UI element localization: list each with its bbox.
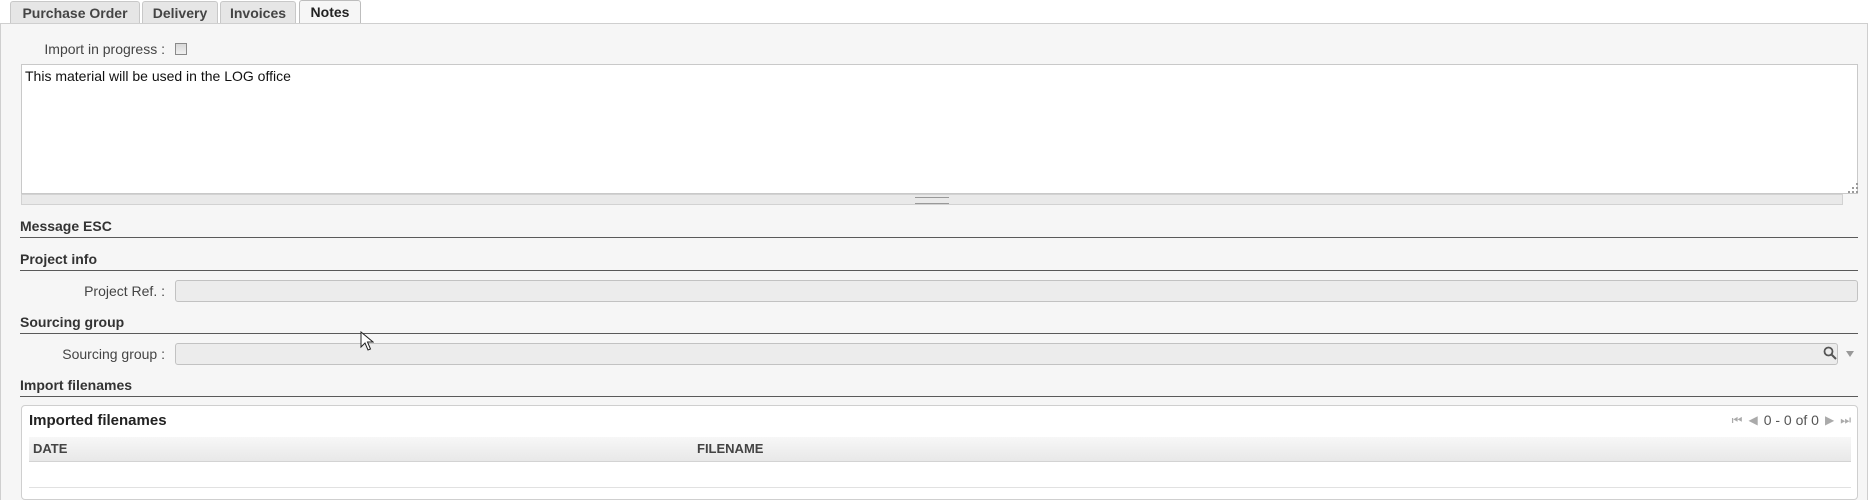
section-import-filenames: Import filenames <box>20 377 1858 397</box>
section-message-esc-label: Message ESC <box>20 218 112 234</box>
sourcing-group-input[interactable] <box>175 343 1838 365</box>
grid-title: Imported filenames <box>29 412 167 429</box>
notes-textarea[interactable] <box>21 64 1858 194</box>
mouse-cursor-icon <box>360 331 374 351</box>
tab-delivery[interactable]: Delivery <box>142 1 218 23</box>
last-page-icon[interactable]: ⏭ <box>1840 413 1851 427</box>
first-page-icon[interactable]: ⏮ <box>1732 413 1743 427</box>
section-import-filenames-label: Import filenames <box>20 377 133 393</box>
splitter-grip-icon <box>915 197 949 204</box>
sourcing-group-label: Sourcing group : <box>62 346 165 362</box>
imported-filenames-grid: Imported filenames ⏮ ◀ 0 - 0 of 0 ▶ ⏭ DA… <box>21 405 1858 500</box>
notes-splitter[interactable] <box>21 194 1843 205</box>
section-sourcing-group-label: Sourcing group <box>20 314 125 330</box>
import-in-progress-label: Import in progress : <box>44 41 165 57</box>
tab-purchase-order[interactable]: Purchase Order <box>10 1 140 23</box>
column-header-filename[interactable]: FILENAME <box>697 441 763 456</box>
next-page-icon[interactable]: ▶ <box>1825 413 1834 427</box>
prev-page-icon[interactable]: ◀ <box>1748 413 1757 427</box>
tab-bar: Purchase Order Delivery Invoices Notes <box>0 0 1869 24</box>
grid-pager: ⏮ ◀ 0 - 0 of 0 ▶ ⏭ <box>1732 412 1851 428</box>
import-in-progress-checkbox[interactable] <box>175 43 187 55</box>
column-header-date[interactable]: DATE <box>33 441 67 456</box>
tab-notes[interactable]: Notes <box>299 0 361 24</box>
section-project-info-label: Project info <box>20 251 98 267</box>
tab-invoices[interactable]: Invoices <box>220 1 296 23</box>
section-sourcing-group: Sourcing group <box>20 314 1858 334</box>
section-message-esc: Message ESC <box>20 218 1858 238</box>
section-project-info: Project info <box>20 251 1858 271</box>
search-icon[interactable] <box>1823 346 1837 360</box>
project-ref-input[interactable] <box>175 280 1858 302</box>
table-row <box>29 462 1851 488</box>
grid-header: DATE FILENAME <box>29 437 1851 462</box>
chevron-down-icon[interactable] <box>1845 350 1855 358</box>
pager-text: 0 - 0 of 0 <box>1763 412 1819 428</box>
project-ref-label: Project Ref. : <box>84 283 165 299</box>
resize-grip-icon[interactable] <box>1845 180 1859 194</box>
